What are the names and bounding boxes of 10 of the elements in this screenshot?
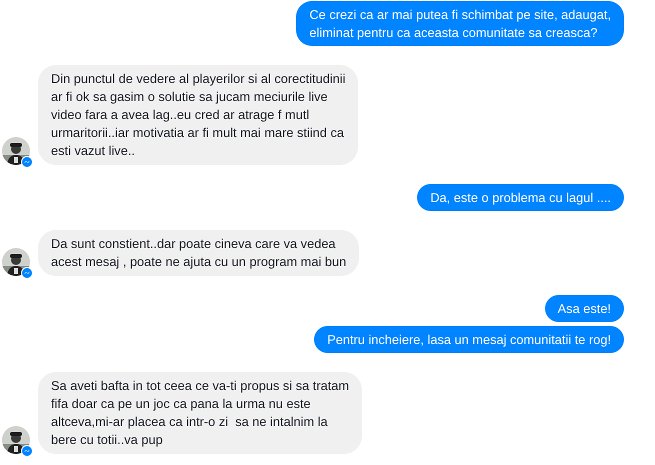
message-bubble: Asa este! bbox=[544, 295, 624, 322]
messenger-badge-icon bbox=[21, 156, 33, 168]
messenger-badge-icon bbox=[21, 445, 33, 457]
message-bubble: Ce crezi ca ar mai putea fi schimbat pe site, adaugat, eliminat pentru ca aceasta comunitate sa creasca? bbox=[296, 1, 624, 46]
message-bubble: Pentru incheiere, lasa un mesaj comunitatii te rog! bbox=[314, 326, 624, 353]
message-bubble: Da, este o problema cu lagul .... bbox=[417, 184, 624, 211]
messenger-badge-icon bbox=[21, 267, 33, 279]
message-bubble: Da sunt constient..dar poate cineva care va vedea acest mesaj , poate ne ajuta cu un program mai bun bbox=[38, 230, 360, 276]
message-bubble: Sa aveti bafta in tot ceea ce va-ti propus si sa tratam fifa doar ca pe un joc ca pana la urma nu este altceva,mi-ar placea ca intr-o zi sa ne intalnim la bere cu totii..va pup bbox=[38, 372, 362, 454]
message-bubble: Din punctul de vedere al playerilor si al corectitudinii ar fi ok sa gasim o solutie sa jucam meciurile live video fara a avea lag..eu cred ar atrage f mutl urmaritorii..iar motivatia ar fi mult mai mare stiind ca esti vazut live.. bbox=[38, 65, 358, 165]
